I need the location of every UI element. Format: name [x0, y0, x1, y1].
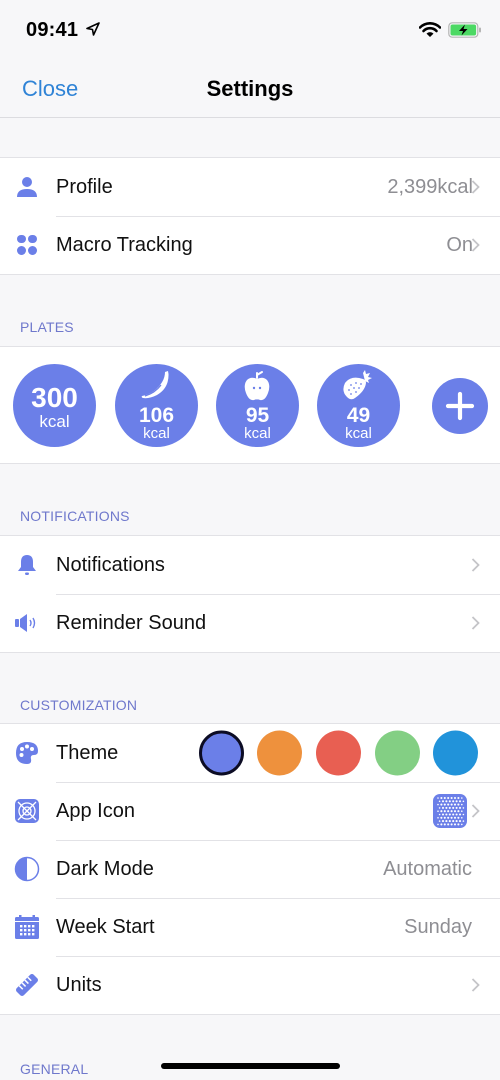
app-icon-label: App Icon: [56, 799, 135, 822]
account-group: Profile 2,399kcal Macro Tracking On: [0, 157, 500, 275]
app-icon-row[interactable]: App Icon: [0, 782, 500, 840]
bell-icon: [14, 552, 40, 578]
plate-item[interactable]: 106 kcal: [115, 364, 198, 447]
plate-unit: kcal: [143, 425, 170, 442]
plus-icon: [445, 391, 475, 421]
customization-group: Theme App Icon Dark Mode Automatic Week …: [0, 723, 500, 1015]
macro-tracking-row[interactable]: Macro Tracking On: [0, 216, 500, 274]
banana-icon: [141, 371, 169, 399]
plate-item[interactable]: 300 kcal: [13, 364, 96, 447]
profile-value: 2,399kcal: [387, 175, 473, 198]
chevron-right-icon: [471, 978, 480, 992]
page-title: Settings: [206, 76, 294, 101]
units-row[interactable]: Units: [0, 956, 500, 1014]
chevron-right-icon: [471, 616, 480, 630]
week-start-row[interactable]: Week Start Sunday: [0, 898, 500, 956]
week-start-label: Week Start: [56, 915, 155, 938]
units-label: Units: [56, 973, 102, 996]
calendar-icon: [14, 914, 40, 940]
reminder-sound-label: Reminder Sound: [56, 611, 207, 634]
theme-label: Theme: [56, 741, 119, 764]
chevron-right-icon: [471, 558, 480, 572]
reminder-sound-row[interactable]: Reminder Sound: [0, 594, 500, 652]
battery-charging-icon: [448, 22, 481, 38]
general-section-header: GENERAL: [20, 1061, 89, 1077]
week-start-value: Sunday: [404, 915, 472, 938]
theme-swatch-green[interactable]: [375, 730, 420, 776]
chevron-right-icon: [471, 804, 480, 818]
plate-value: 300: [31, 382, 78, 413]
theme-swatch-orange[interactable]: [257, 730, 302, 776]
notifications-group: Notifications Reminder Sound: [0, 535, 500, 653]
app-icon-icon: [14, 798, 40, 824]
plate-unit: kcal: [39, 412, 70, 431]
home-indicator: [161, 1063, 340, 1069]
theme-swatch-red[interactable]: [316, 730, 361, 776]
dark-mode-value: Automatic: [383, 857, 472, 880]
app-icon-preview: [433, 794, 467, 828]
strawberry-icon: [343, 370, 372, 400]
grid-dots-icon: [14, 232, 40, 258]
notifications-row[interactable]: Notifications: [0, 536, 500, 594]
navigation-bar: Close Settings: [0, 60, 500, 118]
chevron-right-icon: [471, 238, 480, 252]
add-plate-button[interactable]: [432, 378, 488, 434]
status-bar: 09:41: [0, 0, 500, 60]
person-icon: [14, 174, 40, 200]
chevron-right-icon: [471, 180, 480, 194]
notifications-label: Notifications: [56, 553, 165, 576]
plates-section-header: PLATES: [20, 319, 74, 335]
macro-tracking-value: On: [446, 233, 473, 256]
apple-icon: [244, 371, 270, 401]
customization-section-header: CUSTOMIZATION: [20, 697, 138, 713]
macro-tracking-label: Macro Tracking: [56, 233, 193, 256]
notifications-section-header: NOTIFICATIONS: [20, 508, 130, 524]
theme-swatch-blue-violet[interactable]: [199, 730, 244, 776]
profile-label: Profile: [56, 175, 113, 198]
half-circle-icon: [14, 856, 40, 882]
plate-item[interactable]: 95 kcal: [216, 364, 299, 447]
wifi-icon: [419, 22, 441, 37]
status-time: 09:41: [26, 19, 79, 41]
profile-row[interactable]: Profile 2,399kcal: [0, 158, 500, 216]
theme-row: Theme: [0, 724, 500, 782]
plates-group: 300 kcal 106 kcal 95 kcal 49 kcal: [0, 346, 500, 464]
location-arrow-icon: [86, 22, 100, 36]
plate-unit: kcal: [345, 425, 372, 442]
speaker-icon: [14, 610, 40, 636]
plate-item[interactable]: 49 kcal: [317, 364, 400, 447]
palette-icon: [14, 740, 40, 766]
ruler-icon: [14, 972, 40, 998]
dark-mode-row[interactable]: Dark Mode Automatic: [0, 840, 500, 898]
theme-swatch-blue[interactable]: [433, 730, 478, 776]
dark-mode-label: Dark Mode: [56, 857, 154, 880]
plate-unit: kcal: [244, 425, 271, 442]
